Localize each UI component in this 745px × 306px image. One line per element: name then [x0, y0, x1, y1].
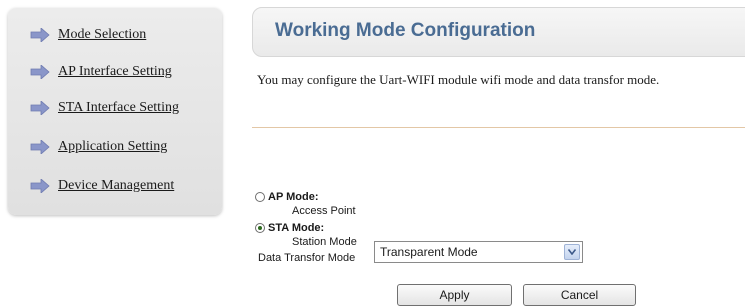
- ap-mode-sublabel: Access Point: [292, 205, 356, 217]
- sidebar-item-ap-interface[interactable]: AP Interface Setting: [30, 64, 172, 80]
- arrow-right-icon: [30, 101, 50, 115]
- page-description: You may configure the Uart-WIFI module w…: [257, 72, 660, 87]
- data-mode-label: Data Transfor Mode: [258, 252, 356, 264]
- divider: [252, 127, 745, 128]
- arrow-right-icon: [30, 28, 50, 42]
- ap-mode-option[interactable]: AP Mode:: [255, 191, 319, 203]
- sidebar-item-label: Mode Selection: [58, 27, 147, 42]
- page-header: Working Mode Configuration: [252, 7, 745, 57]
- sta-mode-sublabel: Station Mode: [292, 236, 357, 248]
- ap-mode-label: AP Mode:: [268, 191, 319, 203]
- data-mode-value: Transparent Mode: [380, 245, 478, 259]
- sidebar-item-label: Device Management: [58, 178, 175, 193]
- sidebar-item-application[interactable]: Application Setting: [30, 139, 167, 155]
- sta-mode-label: STA Mode:: [268, 222, 325, 234]
- sidebar-item-label: STA Interface Setting: [58, 100, 179, 115]
- sta-mode-radio[interactable]: [255, 223, 265, 233]
- arrow-right-icon: [30, 140, 50, 154]
- apply-button[interactable]: Apply: [397, 284, 512, 306]
- sidebar-item-device-management[interactable]: Device Management: [30, 178, 174, 194]
- data-mode-select[interactable]: Transparent Mode: [374, 241, 583, 263]
- cancel-button[interactable]: Cancel: [523, 284, 636, 306]
- ap-mode-radio[interactable]: [255, 192, 265, 202]
- arrow-right-icon: [30, 65, 50, 79]
- sidebar-item-mode-selection[interactable]: Mode Selection: [30, 27, 146, 43]
- chevron-down-icon[interactable]: [564, 244, 580, 260]
- sta-mode-option[interactable]: STA Mode:: [255, 222, 324, 234]
- sidebar-nav: Mode Selection AP Interface Setting STA …: [8, 8, 222, 215]
- page-title: Working Mode Configuration: [275, 20, 536, 41]
- sidebar-item-label: AP Interface Setting: [58, 64, 172, 79]
- arrow-right-icon: [30, 179, 50, 193]
- sidebar-item-sta-interface[interactable]: STA Interface Setting: [30, 100, 179, 116]
- sidebar-item-label: Application Setting: [58, 139, 168, 154]
